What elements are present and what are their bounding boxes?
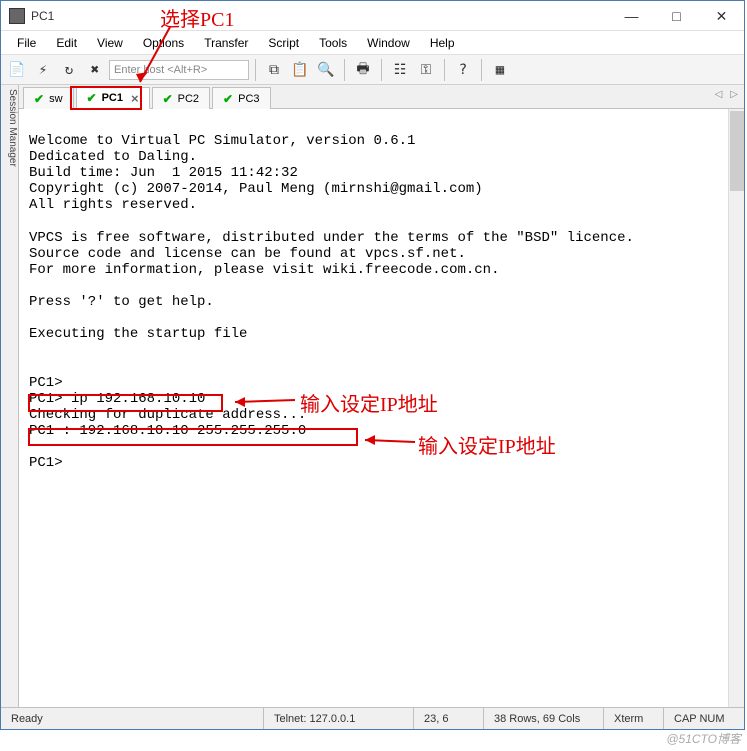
scrollbar-thumb[interactable] [730, 111, 744, 191]
watermark: @51CTO博客 [666, 730, 741, 747]
minimize-button[interactable]: — [609, 1, 654, 31]
check-icon: ✔ [87, 91, 97, 105]
toolbar: 📄 ⚡ ↻ ✖ Enter host <Alt+R> ⧉ 📋 🔍 🖶 ☷ ⚿ ?… [1, 55, 744, 85]
menu-file[interactable]: File [9, 34, 44, 52]
tile-icon[interactable]: ▦ [488, 58, 512, 82]
properties-icon[interactable]: ☷ [388, 58, 412, 82]
vertical-scrollbar[interactable] [728, 109, 744, 707]
menu-window[interactable]: Window [359, 34, 418, 52]
tab-label: PC3 [238, 93, 259, 105]
menu-options[interactable]: Options [135, 34, 192, 52]
status-bar: Ready Telnet: 127.0.0.1 23, 6 38 Rows, 6… [1, 707, 744, 729]
help-icon[interactable]: ? [451, 58, 475, 82]
maximize-button[interactable]: □ [654, 1, 699, 31]
tab-scroll-right-icon[interactable]: ▷ [728, 89, 740, 100]
close-button[interactable]: ✕ [699, 1, 744, 31]
toolbar-separator [481, 59, 482, 81]
status-ready: Ready [1, 708, 264, 729]
status-size: 38 Rows, 69 Cols [484, 708, 604, 729]
tab-nav: ◁ ▷ [713, 89, 740, 100]
terminal-output[interactable]: Welcome to Virtual PC Simulator, version… [19, 109, 728, 707]
reconnect-icon[interactable]: ↻ [57, 58, 81, 82]
toolbar-separator [444, 59, 445, 81]
window-title: PC1 [31, 9, 54, 23]
quick-connect-icon[interactable]: ⚡ [31, 58, 55, 82]
status-cursor-pos: 23, 6 [414, 708, 484, 729]
copy-icon[interactable]: ⧉ [262, 58, 286, 82]
tab-label: PC2 [178, 93, 199, 105]
tab-label: PC1 [102, 92, 123, 104]
disconnect-icon[interactable]: ✖ [83, 58, 107, 82]
toolbar-separator [255, 59, 256, 81]
app-window: PC1 — □ ✕ File Edit View Options Transfe… [0, 0, 745, 730]
tab-bar: ✔ sw ✔ PC1 × ✔ PC2 ✔ PC3 ◁ ▷ [19, 85, 744, 109]
check-icon: ✔ [163, 92, 173, 106]
status-telnet: Telnet: 127.0.0.1 [264, 708, 414, 729]
menu-view[interactable]: View [89, 34, 131, 52]
tab-pc3[interactable]: ✔ PC3 [212, 87, 270, 109]
menu-bar: File Edit View Options Transfer Script T… [1, 31, 744, 55]
find-icon[interactable]: 🔍 [314, 58, 338, 82]
check-icon: ✔ [223, 92, 233, 106]
tab-scroll-left-icon[interactable]: ◁ [713, 89, 725, 100]
title-bar: PC1 — □ ✕ [1, 1, 744, 31]
check-icon: ✔ [34, 92, 44, 106]
session-manager-sidebar[interactable]: Session Manager [1, 85, 19, 707]
toolbar-separator [344, 59, 345, 81]
key-icon[interactable]: ⚿ [414, 58, 438, 82]
status-caps-num: CAP NUM [664, 708, 744, 729]
tab-close-icon[interactable]: × [131, 92, 139, 105]
menu-transfer[interactable]: Transfer [196, 34, 256, 52]
menu-edit[interactable]: Edit [48, 34, 85, 52]
menu-help[interactable]: Help [422, 34, 463, 52]
tab-label: sw [49, 93, 62, 105]
tab-pc2[interactable]: ✔ PC2 [152, 87, 210, 109]
content-column: ✔ sw ✔ PC1 × ✔ PC2 ✔ PC3 ◁ ▷ [19, 85, 744, 707]
host-input[interactable]: Enter host <Alt+R> [109, 60, 249, 80]
status-term-type: Xterm [604, 708, 664, 729]
window-controls: — □ ✕ [609, 1, 744, 31]
new-session-icon[interactable]: 📄 [5, 58, 29, 82]
paste-icon[interactable]: 📋 [288, 58, 312, 82]
toolbar-separator [381, 59, 382, 81]
menu-tools[interactable]: Tools [311, 34, 355, 52]
terminal-wrap: Welcome to Virtual PC Simulator, version… [19, 109, 744, 707]
print-icon[interactable]: 🖶 [351, 58, 375, 82]
main-area: Session Manager ✔ sw ✔ PC1 × ✔ PC2 ✔ [1, 85, 744, 707]
tab-pc1[interactable]: ✔ PC1 × [76, 87, 150, 109]
menu-script[interactable]: Script [260, 34, 307, 52]
app-icon [9, 8, 25, 24]
tab-sw[interactable]: ✔ sw [23, 87, 74, 109]
